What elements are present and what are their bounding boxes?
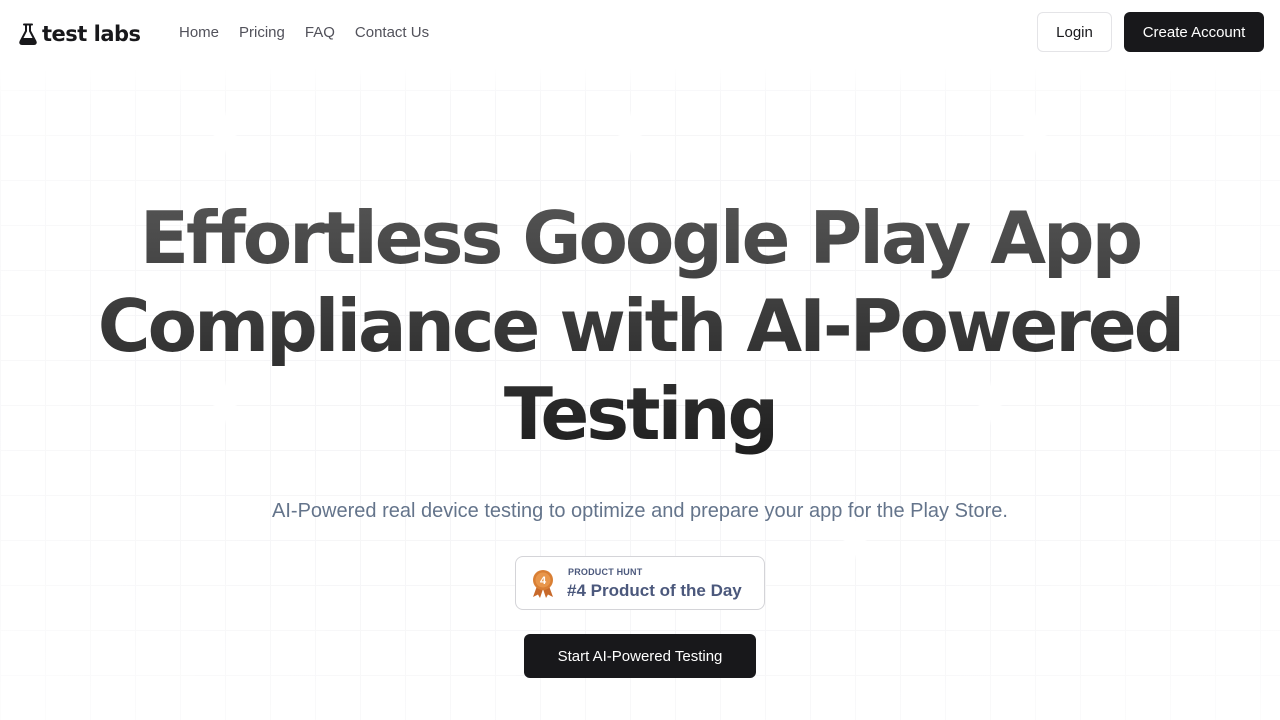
badge-text: #4 Product of the Day [567, 581, 742, 600]
sparkle-icon [202, 110, 248, 156]
flask-icon [19, 23, 37, 45]
nav-link-contact-us[interactable]: Contact Us [355, 24, 429, 41]
medal-icon: 4 [533, 570, 553, 598]
badge-source: PRODUCT HUNT [568, 567, 643, 577]
hero-title-line-2: Compliance with AI-Powered [97, 284, 1183, 368]
create-account-button[interactable]: Create Account [1124, 12, 1264, 52]
brand-name: test labs [42, 22, 141, 46]
hero-subtitle: AI-Powered real device testing to optimi… [272, 500, 1008, 522]
sparkle-icon [1012, 110, 1058, 156]
hero-title: Effortless Google Play App Compliance wi… [0, 194, 1280, 458]
product-hunt-badge[interactable]: 4 PRODUCT HUNT #4 Product of the Day [515, 556, 765, 610]
sparkle-icon [607, 110, 653, 156]
login-button[interactable]: Login [1037, 12, 1112, 52]
nav-link-home[interactable]: Home [179, 24, 219, 41]
nav-links: Home Pricing FAQ Contact Us [179, 24, 429, 41]
hero-title-line-3: Testing [503, 372, 777, 456]
medal-number: 4 [540, 575, 547, 587]
start-testing-button[interactable]: Start AI-Powered Testing [524, 634, 756, 678]
hero-title-line-1: Effortless Google Play App [139, 196, 1141, 280]
grid-top-fade [0, 68, 1280, 98]
brand-logo[interactable]: test labs [18, 20, 141, 48]
nav-link-pricing[interactable]: Pricing [239, 24, 285, 41]
navbar: test labs Home Pricing FAQ Contact Us Lo… [0, 0, 1280, 68]
nav-link-faq[interactable]: FAQ [305, 24, 335, 41]
